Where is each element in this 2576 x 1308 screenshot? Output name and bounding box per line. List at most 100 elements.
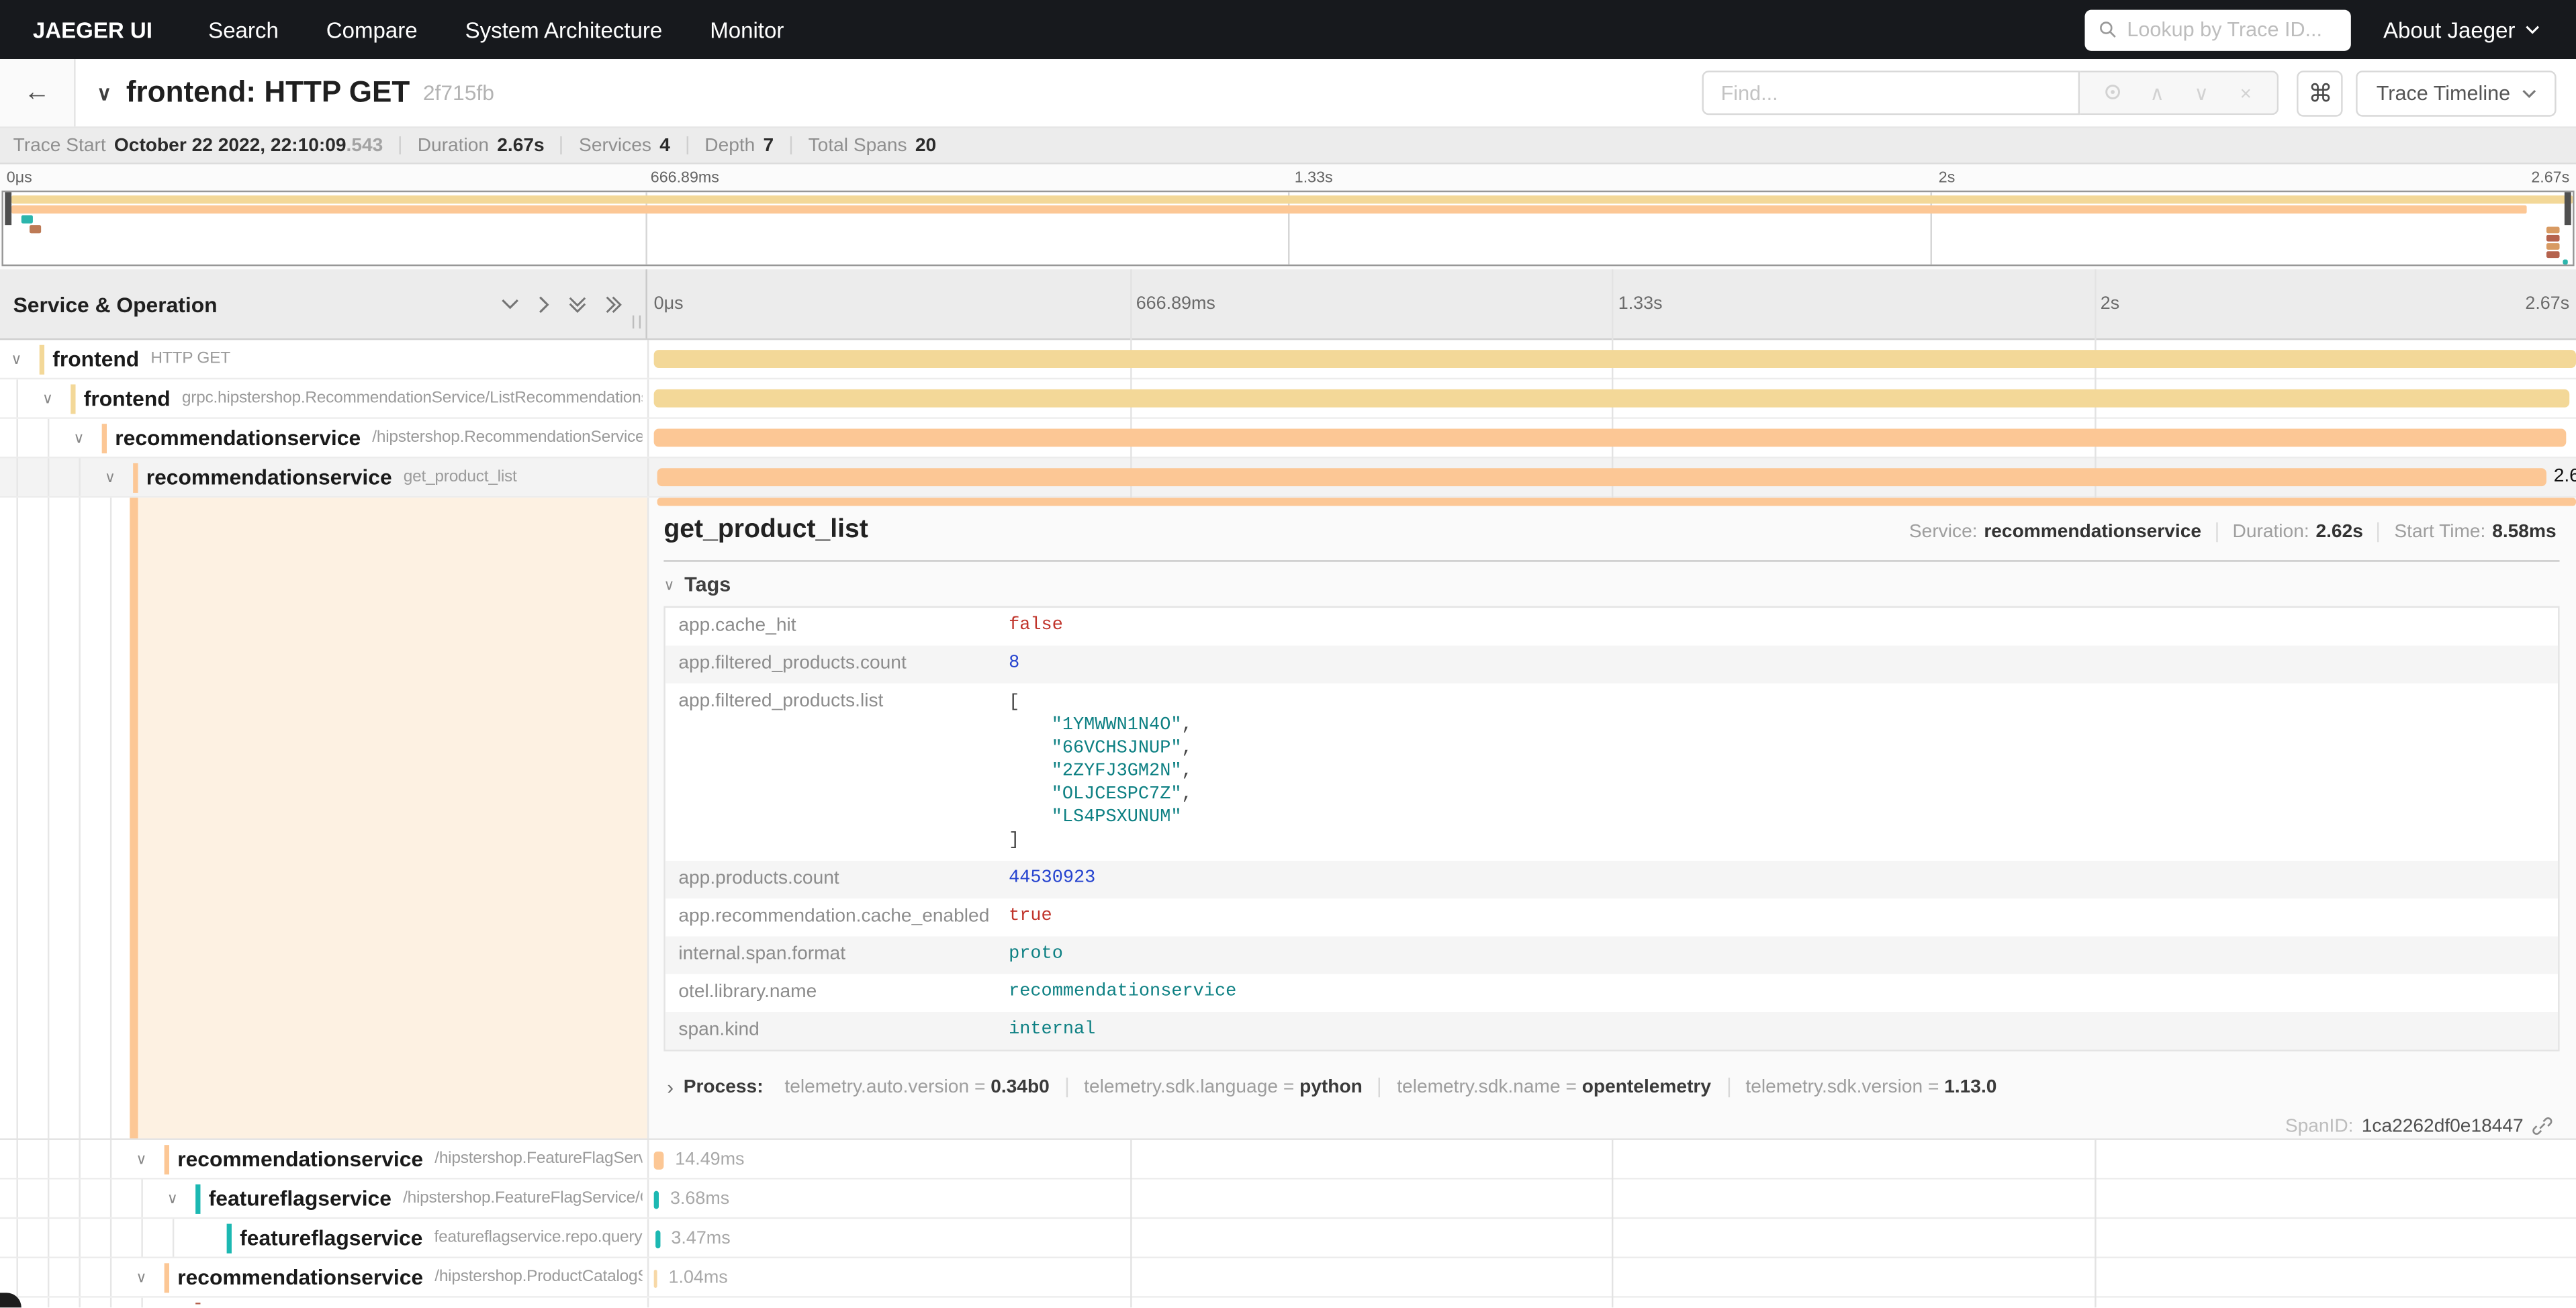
span-duration-bar [653, 350, 2575, 368]
process-tag-equals: = [969, 1078, 991, 1097]
indent-guide [110, 498, 111, 1138]
span-duration-label: 1.04ms [669, 1267, 728, 1287]
tag-row[interactable]: span.kindinternal [665, 1012, 2558, 1049]
tag-value: recommendationservice [1009, 982, 1236, 1004]
tag-row[interactable]: app.filtered_products.list["1YMWWN1N4O",… [665, 684, 2558, 861]
find-input[interactable] [1703, 71, 2081, 115]
back-button[interactable]: ← [0, 59, 76, 126]
nav-item-compare[interactable]: Compare [326, 17, 418, 42]
tag-value: ["1YMWWN1N4O","66VCHSJNUP","2ZYFJ3GM2N",… [1009, 692, 1193, 853]
json-comma: , [1182, 716, 1193, 736]
tag-row[interactable]: app.products.count44530923 [665, 861, 2558, 898]
span-row[interactable]: ∨recommendationservice/hipstershop.Featu… [0, 1140, 2576, 1180]
row-collapse-chevron[interactable]: ∨ [99, 468, 122, 486]
span-row-timeline[interactable]: 3.68ms [647, 1180, 2576, 1217]
tag-row[interactable]: app.recommendation.cache_enabledtrue [665, 898, 2558, 936]
indent-guide [16, 419, 17, 457]
span-row[interactable]: ∨ frontendgrpc.hipstershop.Recommendation… [0, 379, 2576, 419]
row-collapse-chevron[interactable]: ∨ [130, 1268, 152, 1287]
row-collapse-chevron[interactable]: ∨ [161, 1189, 184, 1207]
clear-find-icon[interactable]: × [2223, 81, 2268, 104]
tag-value-str: internal [1009, 1020, 1095, 1039]
span-id-row: SpanID: 1ca2262df0e18447 [663, 1104, 2559, 1138]
tags-section-toggle[interactable]: ∨ Tags [663, 573, 2559, 596]
trace-collapse-caret[interactable]: ∨ [97, 81, 111, 104]
trace-id-short: 2f715fb [423, 81, 494, 105]
tag-row[interactable]: internal.span.formatproto [665, 936, 2558, 974]
next-match-icon[interactable]: ∨ [2179, 81, 2223, 104]
minimap-canvas[interactable] [1, 191, 2574, 267]
tag-row[interactable]: app.cache_hitfalse [665, 608, 2558, 645]
span-row[interactable]: ∨recommendationservice/hipstershop.Recom… [0, 419, 2576, 459]
row-collapse-chevron[interactable]: ∨ [130, 1150, 152, 1168]
span-row[interactable] [0, 1298, 2576, 1308]
service-operation-header: Service & Operation [0, 269, 647, 338]
span-row[interactable]: featureflagservicefeatureflagservice.rep… [0, 1219, 2576, 1258]
span-row-timeline[interactable] [647, 340, 2576, 377]
span-row-timeline[interactable] [647, 1298, 2576, 1308]
trace-stat: Depth7 [704, 136, 774, 155]
indent-guide [141, 1219, 142, 1256]
span-row[interactable]: ∨frontendHTTP GET [0, 340, 2576, 379]
span-row-timeline[interactable]: 2.62s [647, 459, 2576, 496]
trace-view-selector[interactable]: Trace Timeline [2356, 70, 2556, 116]
keyboard-shortcuts-button[interactable]: ⌘ [2297, 70, 2344, 116]
process-section-toggle[interactable]: ›Process:telemetry.auto.version = 0.34b0… [663, 1071, 2559, 1104]
trace-id-search-input[interactable] [2127, 18, 2337, 41]
span-row[interactable]: ∨ featureflagservice/hipstershop.FeatureF… [0, 1180, 2576, 1219]
collapse-all-icon[interactable] [568, 295, 586, 313]
expand-one-icon[interactable] [537, 295, 551, 313]
span-row-timeline[interactable]: 1.04ms [647, 1258, 2576, 1296]
trace-title: frontend: HTTP GET [126, 76, 410, 110]
column-resizer[interactable] [633, 316, 641, 329]
about-jaeger-menu[interactable]: About Jaeger [2383, 17, 2540, 42]
nav-item-monitor[interactable]: Monitor [710, 17, 784, 42]
span-row-timeline[interactable] [647, 379, 2576, 417]
stat-separator [400, 136, 401, 154]
timeline-tick-label: 1.33s [1295, 169, 1333, 187]
minimap-span-bar [21, 215, 33, 223]
tag-key: app.products.count [678, 869, 1009, 890]
process-tag: telemetry.sdk.version = 1.13.0 [1727, 1078, 2013, 1097]
collapse-one-icon[interactable] [501, 297, 519, 311]
tags-table: app.cache_hitfalseapp.filtered_products.… [663, 606, 2559, 1052]
span-duration-bar [657, 468, 2547, 486]
viewport-left-handle[interactable] [5, 192, 11, 225]
nav-item-system-architecture[interactable]: System Architecture [465, 17, 663, 42]
span-row-timeline[interactable]: 3.47ms [647, 1219, 2576, 1256]
minimap-span-bar [2563, 260, 2568, 265]
row-collapse-chevron[interactable]: ∨ [36, 389, 59, 408]
nav-item-search[interactable]: Search [208, 17, 279, 42]
tag-row[interactable]: otel.library.namerecommendationservice [665, 974, 2558, 1012]
span-color-bar [195, 1302, 200, 1303]
link-icon[interactable] [2532, 1115, 2553, 1137]
row-collapse-chevron[interactable]: ∨ [5, 350, 28, 368]
span-row-timeline[interactable] [647, 419, 2576, 457]
focus-match-icon[interactable] [2090, 81, 2135, 104]
span-operation-name: grpc.hipstershop.RecommendationService/L… [182, 389, 643, 408]
row-collapse-chevron[interactable]: ∨ [67, 429, 90, 447]
process-label: Process: [684, 1078, 764, 1097]
tag-row[interactable]: app.filtered_products.count8 [665, 645, 2558, 683]
span-operation-title: get_product_list [663, 516, 868, 545]
prev-match-icon[interactable]: ∧ [2135, 81, 2179, 104]
span-labels: frontendgrpc.hipstershop.RecommendationS… [84, 379, 643, 417]
span-row-timeline[interactable]: 14.49ms [647, 1140, 2576, 1178]
arrow-left-icon: ← [24, 78, 50, 107]
stat-value: 20 [915, 136, 936, 155]
stat-label: Trace Start [13, 136, 106, 155]
json-list-item: "2ZYFJ3GM2N", [1009, 761, 1193, 784]
span-service-name: recommendationservice [177, 1265, 423, 1290]
span-detail-body: get_product_list Service:recommendations… [649, 498, 2576, 1138]
app-logo[interactable]: JAEGER UI [33, 17, 152, 42]
span-labels: recommendationservice/hipstershop.Produc… [177, 1258, 642, 1296]
viewport-right-handle[interactable] [2565, 192, 2571, 225]
span-row[interactable]: ∨ recommendationservice/hipstershop.Produ… [0, 1258, 2576, 1298]
span-row[interactable]: ∨recommendationserviceget_product_list2.… [0, 459, 2576, 498]
service-operation-title: Service & Operation [13, 291, 218, 316]
expand-all-icon[interactable] [604, 295, 623, 313]
span-labels: featureflagservice/hipstershop.FeatureFl… [209, 1180, 643, 1217]
json-comma: , [1182, 785, 1193, 804]
trace-id-search[interactable] [2084, 9, 2350, 50]
span-duration-tick [653, 1151, 663, 1169]
